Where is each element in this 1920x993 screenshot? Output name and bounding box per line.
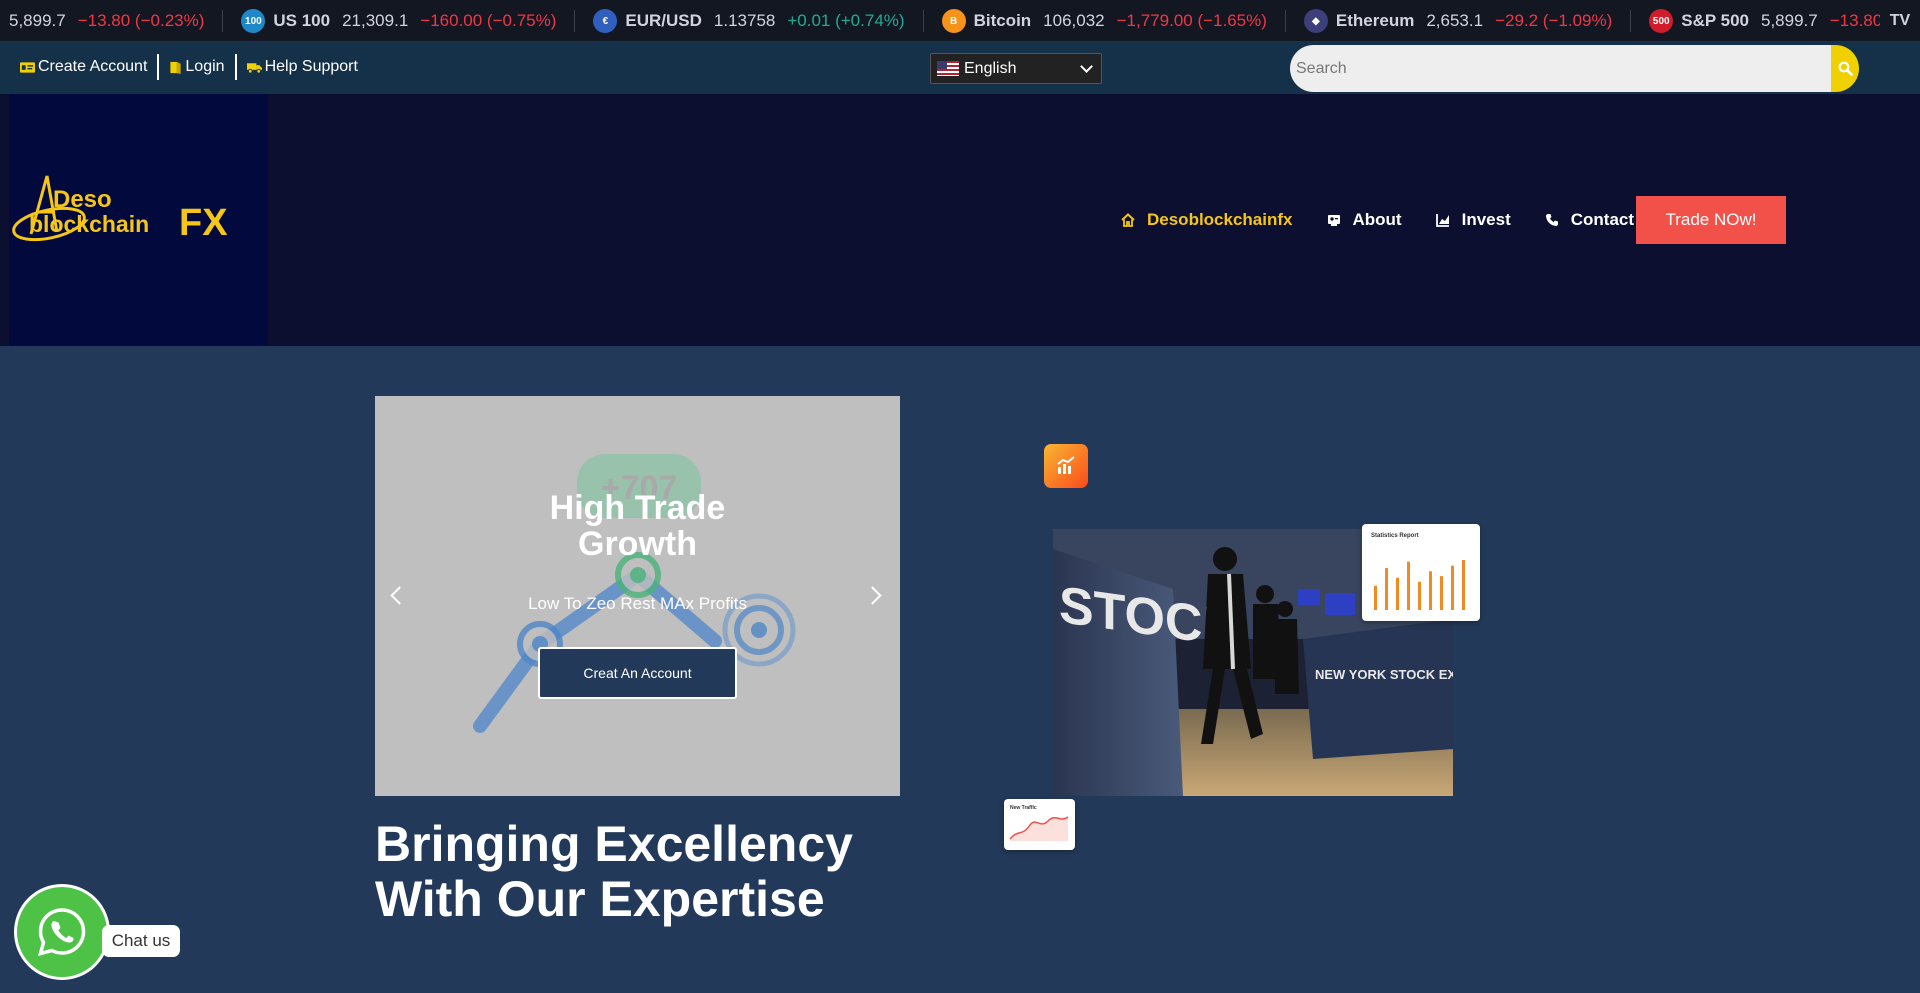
hero-slider: +707 High Trade Growth Low To Zeo Rest M… (375, 396, 900, 796)
ticker-change: −13.80 (−0.23%) (77, 11, 205, 30)
id-card-icon (20, 61, 35, 73)
ticker-item[interactable]: ◆ Ethereum 2,653.1 −29.2 (−1.09%) (1286, 0, 1630, 41)
stats-mini-chart (1374, 560, 1465, 610)
whatsapp-chat-button[interactable] (14, 884, 110, 980)
create-account-label: Create Account (38, 58, 148, 75)
stats-bar (1374, 585, 1377, 610)
chart-area-icon (1435, 213, 1450, 227)
nav-contact-label: Contact (1570, 210, 1635, 229)
slide-subtitle: Low To Zeo Rest MAx Profits (528, 594, 747, 613)
ticker-change: −1,779.00 (−1.65%) (1116, 11, 1267, 30)
bar-chart-badge-icon (1044, 444, 1088, 488)
slide-title-line2: Growth (578, 525, 697, 563)
ticker-symbol: Ethereum (1335, 11, 1415, 30)
market-ticker: 5,899.7 −13.80 (−0.23%) 100 US 100 21,309.1−… (0, 0, 1920, 42)
ticker-item[interactable]: € EUR/USD 1.13758 +0.01 (+0.74%) (575, 0, 922, 41)
us-flag-icon (937, 61, 959, 76)
statistics-report-card: Statistics Report (1362, 524, 1480, 621)
ticker-change: +0.01 (+0.74%) (787, 11, 905, 30)
tradingview-logo[interactable]: TV (1880, 0, 1920, 41)
home-icon (1121, 213, 1135, 227)
site-header: Deso blockchain FX Desoblockchainfx Abou… (0, 94, 1920, 346)
id-badge-icon (1327, 213, 1341, 227)
whatsapp-icon (38, 908, 86, 956)
ticker-item[interactable]: 5,899.7 −13.80 (−0.23%) (0, 0, 222, 41)
nav-about-label: About (1352, 210, 1402, 229)
traffic-mini-chart (1009, 816, 1069, 841)
language-value: English (964, 59, 1017, 77)
hero-headline: Bringing Excellency With Our Expertise (375, 817, 853, 927)
stats-bar (1385, 568, 1388, 610)
create-account-link[interactable]: Create Account (18, 58, 157, 76)
stats-bar (1407, 561, 1410, 610)
stats-bar (1429, 571, 1432, 610)
stats-bar (1396, 577, 1399, 610)
logo-text-line1: Deso (53, 186, 112, 213)
slide-title: High Trade Growth (375, 490, 900, 562)
search-box (1290, 45, 1859, 92)
ticker-price: 1.13758 (713, 11, 776, 30)
ticker-symbol: US 100 (273, 11, 331, 30)
slide-title-line1: High Trade (549, 489, 726, 527)
ticker-logo-icon: € (593, 9, 618, 33)
ticker-logo-icon: B (941, 9, 966, 33)
phone-icon (1545, 213, 1559, 227)
ticker-item[interactable]: 100 US 100 21,309.1 −160.00 (−0.75%) (223, 0, 574, 41)
nav-home[interactable]: Desoblockchainfx (1121, 210, 1293, 230)
stats-bar (1418, 581, 1421, 610)
nav-invest[interactable]: Invest (1435, 210, 1511, 230)
stats-bar (1440, 576, 1443, 610)
nav-about[interactable]: About (1327, 210, 1402, 230)
ticker-logo-icon: ◆ (1303, 9, 1328, 33)
nav-home-label: Desoblockchainfx (1147, 210, 1293, 229)
ticker-logo-icon: 100 (241, 9, 266, 33)
search-input[interactable] (1290, 45, 1832, 92)
ticker-price: 5,899.7 (1761, 11, 1818, 30)
site-logo[interactable]: Deso blockchain FX (9, 94, 268, 346)
main-nav: Desoblockchainfx About Invest Contact (1121, 196, 1668, 244)
slider-prev-arrow-icon[interactable] (387, 583, 411, 607)
ticker-symbol: EUR/USD (625, 11, 702, 30)
help-support-link[interactable]: Help Support (237, 58, 368, 76)
nav-contact[interactable]: Contact (1545, 210, 1634, 230)
stats-bar (1451, 565, 1454, 610)
new-traffic-card: New Traffic (1004, 799, 1075, 850)
door-icon (170, 61, 182, 74)
ticker-price: 106,032 (1043, 11, 1105, 30)
ticker-item[interactable]: B Bitcoin 106,032 −1,779.00 (−1.65%) (924, 0, 1285, 41)
ticker-change: −29.2 (−1.09%) (1495, 11, 1613, 30)
truck-icon (246, 62, 262, 74)
stats-bar (1462, 560, 1465, 610)
ticker-symbol: Bitcoin (973, 11, 1032, 30)
language-select[interactable]: English (930, 53, 1102, 84)
login-link[interactable]: Login (159, 58, 234, 76)
ticker-price: 21,309.1 (342, 11, 409, 30)
ticker-item[interactable]: 500S&P 5005,899.7−13.80 (−0.23%) (1631, 0, 1920, 41)
chat-us-label[interactable]: Chat us (102, 925, 180, 957)
logo-text-suffix: FX (179, 202, 228, 244)
slider-next-arrow-icon[interactable] (864, 583, 888, 607)
trade-now-button[interactable]: Trade NOw! (1636, 196, 1786, 244)
logo-graphic: Deso blockchain FX (12, 175, 228, 244)
headline-line1: Bringing Excellency (375, 816, 853, 872)
help-support-label: Help Support (264, 58, 358, 75)
photo-sign-right: NEW YORK STOCK EXCHA (1315, 667, 1453, 682)
search-button[interactable] (1831, 45, 1859, 92)
ticker-price: 5,899.7 (9, 11, 66, 30)
logo-text-line2: blockchain (29, 211, 149, 237)
ticker-symbol: S&P 500 (1681, 11, 1749, 30)
top-links: Create Account Login Help Support (18, 52, 368, 82)
create-account-button[interactable]: Creat An Account (538, 647, 737, 699)
ticker-change: −160.00 (−0.75%) (420, 11, 557, 30)
ticker-track: 5,899.7 −13.80 (−0.23%) 100 US 100 21,309.1−… (0, 0, 1920, 41)
headline-line2: With Our Expertise (375, 871, 825, 927)
search-icon (1838, 61, 1853, 76)
ticker-logo-icon: 500 (1649, 9, 1674, 33)
ticker-price: 2,653.1 (1426, 11, 1484, 30)
login-label: Login (185, 58, 225, 75)
chevron-down-icon (1080, 60, 1093, 73)
nav-invest-label: Invest (1461, 210, 1511, 229)
